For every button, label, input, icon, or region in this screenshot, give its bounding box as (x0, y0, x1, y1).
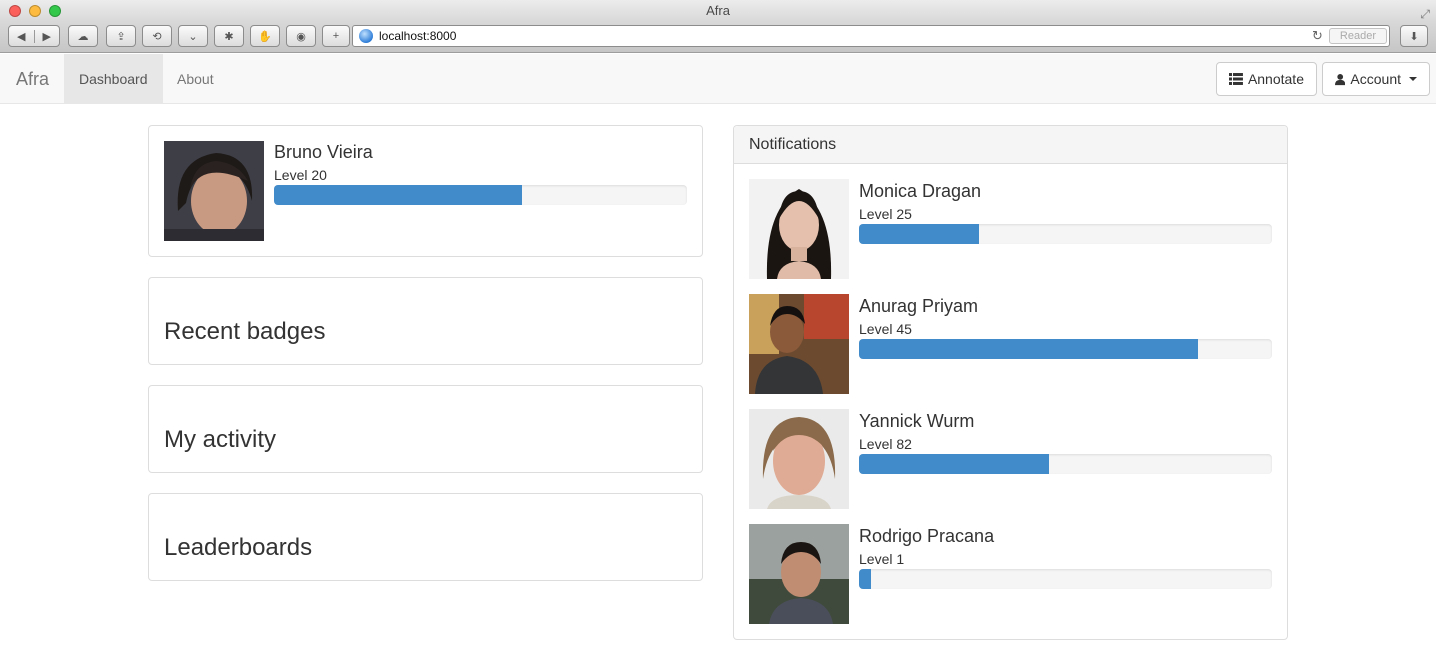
minimize-window-button[interactable] (29, 5, 41, 17)
forward-icon[interactable]: ▶ (33, 29, 60, 43)
notification-progress (859, 569, 1272, 589)
window-titlebar: Afra ⤢ (0, 0, 1436, 22)
pocket-icon[interactable]: ⌄ (178, 25, 208, 47)
back-icon[interactable]: ◀ (9, 30, 34, 43)
notification-progress-fill (859, 224, 979, 244)
profile-level: Level 20 (274, 167, 327, 183)
window-controls (9, 5, 61, 17)
my-activity-panel: My activity (148, 385, 703, 473)
avatar (749, 294, 849, 394)
window-title: Afra (706, 3, 730, 18)
notification-progress (859, 339, 1272, 359)
notification-item[interactable]: Yannick Wurm Level 82 (749, 409, 1273, 509)
user-icon (1335, 73, 1346, 85)
notification-progress-fill (859, 339, 1198, 359)
notification-progress-fill (859, 569, 872, 589)
account-label: Account (1350, 71, 1401, 87)
url-text[interactable]: localhost:8000 (379, 29, 1312, 43)
notification-name[interactable]: Anurag Priyam (859, 296, 978, 317)
notification-name[interactable]: Monica Dragan (859, 181, 981, 202)
new-tab-icon[interactable]: + (322, 25, 350, 47)
notification-level: Level 45 (859, 321, 912, 337)
back-forward-group: ◀ ▶ (8, 25, 60, 47)
shield-icon[interactable]: ◉ (286, 25, 316, 47)
brand-logo[interactable]: Afra (16, 54, 49, 104)
avatar (749, 409, 849, 509)
notification-item[interactable]: Monica Dragan Level 25 (749, 179, 1273, 279)
profile-name: Bruno Vieira (274, 142, 373, 162)
app-navbar: Afra Dashboard About Annotate Account (0, 54, 1436, 104)
nav-about[interactable]: About (162, 54, 229, 104)
notification-item[interactable]: Anurag Priyam Level 45 (749, 294, 1273, 394)
puzzle-icon[interactable]: ✱ (214, 25, 244, 47)
leaderboards-panel: Leaderboards (148, 493, 703, 581)
profile-progress-fill (274, 185, 522, 205)
list-icon (1229, 73, 1243, 85)
notification-progress (859, 224, 1272, 244)
chevron-down-icon (1409, 77, 1417, 81)
profile-avatar (164, 141, 264, 241)
notifications-panel: Notifications Monica Dragan Level 25 Anu… (733, 125, 1288, 640)
nav-dashboard[interactable]: Dashboard (64, 54, 163, 104)
notification-level: Level 1 (859, 551, 905, 567)
my-activity-title: My activity (164, 426, 277, 453)
hand-icon[interactable]: ✋ (250, 25, 280, 47)
avatar (749, 524, 849, 624)
annotate-label: Annotate (1247, 71, 1304, 87)
account-dropdown[interactable]: Account (1322, 62, 1430, 96)
icloud-icon[interactable]: ☁ (68, 25, 98, 47)
notification-level: Level 82 (859, 436, 912, 452)
recent-badges-panel: Recent badges (148, 277, 703, 365)
notifications-heading: Notifications (734, 126, 1287, 164)
notification-name[interactable]: Yannick Wurm (859, 411, 974, 432)
notification-name[interactable]: Rodrigo Pracana (859, 526, 994, 547)
download-icon[interactable]: ⬇ (1400, 25, 1428, 47)
annotate-button[interactable]: Annotate (1216, 62, 1317, 96)
avatar (749, 179, 849, 279)
notification-level: Level 25 (859, 206, 912, 222)
close-window-button[interactable] (9, 5, 21, 17)
history-icon[interactable]: ⟲ (142, 25, 172, 47)
profile-progress (274, 185, 687, 205)
reader-button[interactable]: Reader (1328, 28, 1387, 44)
notification-progress-fill (859, 454, 1049, 474)
browser-toolbar: ◀ ▶ ☁ ⇪ ⟲ ⌄ ✱ ✋ ◉ + localhost:8000 ↻ Rea… (0, 22, 1436, 53)
notification-progress (859, 454, 1272, 474)
share-icon[interactable]: ⇪ (106, 25, 136, 47)
leaderboards-title: Leaderboards (164, 534, 313, 561)
zoom-window-button[interactable] (49, 5, 61, 17)
profile-panel: Bruno Vieira Level 20 (148, 125, 703, 257)
globe-icon (359, 29, 373, 43)
recent-badges-title: Recent badges (164, 318, 326, 345)
address-bar[interactable]: localhost:8000 ↻ Reader (352, 25, 1390, 47)
notification-item[interactable]: Rodrigo Pracana Level 1 (749, 524, 1273, 624)
reload-icon[interactable]: ↻ (1312, 28, 1323, 44)
